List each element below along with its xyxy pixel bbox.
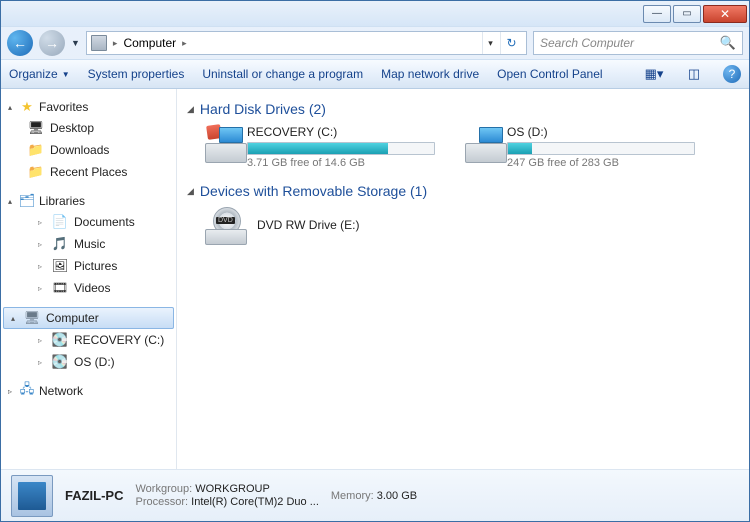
space-bar bbox=[507, 142, 695, 155]
chevron-right-icon[interactable]: ▸ bbox=[182, 38, 187, 49]
preview-pane-button[interactable]: ◫ bbox=[683, 63, 705, 85]
minimize-button[interactable]: — bbox=[643, 5, 671, 23]
sidebar-item-documents[interactable]: ▹📄Documents bbox=[3, 211, 174, 233]
hard-drive-icon bbox=[205, 125, 237, 163]
workgroup-label: Workgroup: bbox=[136, 483, 193, 495]
network-icon: 🖧 bbox=[19, 383, 35, 399]
search-placeholder: Search Computer bbox=[540, 36, 634, 50]
search-icon: 🔍 bbox=[720, 35, 736, 51]
explorer-window: — ▭ ✕ ← → ▼ ▸ Computer ▸ ▾ ↻ Search Comp… bbox=[0, 0, 750, 522]
sidebar-item-desktop[interactable]: 🖥Desktop bbox=[3, 117, 174, 139]
sidebar-item-pictures[interactable]: ▹🖼Pictures bbox=[3, 255, 174, 277]
recent-icon: 📁 bbox=[28, 164, 44, 180]
maximize-button[interactable]: ▭ bbox=[673, 5, 701, 23]
star-icon: ★ bbox=[19, 99, 35, 115]
sidebar-item-downloads[interactable]: 📁Downloads bbox=[3, 139, 174, 161]
drive-name: DVD RW Drive (E:) bbox=[257, 218, 359, 232]
space-bar-fill bbox=[508, 143, 532, 154]
details-pane: FAZIL-PC Workgroup: WORKGROUP Processor:… bbox=[1, 469, 749, 521]
drive-space-text: 247 GB free of 283 GB bbox=[507, 157, 695, 169]
space-bar bbox=[247, 142, 435, 155]
arrow-left-icon: ← bbox=[13, 35, 27, 51]
computer-icon bbox=[91, 35, 107, 51]
view-options-button[interactable]: ▦▾ bbox=[643, 63, 665, 85]
refresh-button[interactable]: ↻ bbox=[500, 32, 522, 54]
collapse-icon: ▴ bbox=[5, 197, 15, 206]
drive-space-text: 3.71 GB free of 14.6 GB bbox=[247, 157, 435, 169]
library-icon: 🗂 bbox=[19, 193, 35, 209]
favorites-group[interactable]: ▴ ★ Favorites bbox=[1, 97, 176, 117]
address-bar[interactable]: ▸ Computer ▸ ▾ ↻ bbox=[86, 31, 527, 55]
drive-name: OS (D:) bbox=[507, 125, 695, 139]
dvd-drive-icon: DVD bbox=[205, 207, 247, 245]
sidebar-item-music[interactable]: ▹🎵Music bbox=[3, 233, 174, 255]
help-button[interactable]: ? bbox=[723, 65, 741, 83]
sidebar-item-recovery-drive[interactable]: ▹💽RECOVERY (C:) bbox=[3, 329, 174, 351]
content-pane: ◢ Hard Disk Drives (2) RECOVERY (C:) 3.7… bbox=[177, 89, 749, 469]
desktop-icon: 🖥 bbox=[28, 120, 44, 136]
drive-icon: 💽 bbox=[52, 354, 68, 370]
address-segment[interactable]: Computer bbox=[123, 36, 176, 50]
computer-icon: 🖥 bbox=[24, 310, 40, 326]
search-input[interactable]: Search Computer 🔍 bbox=[533, 31, 743, 55]
titlebar: — ▭ ✕ bbox=[1, 1, 749, 27]
system-properties-button[interactable]: System properties bbox=[88, 67, 185, 81]
open-control-panel-button[interactable]: Open Control Panel bbox=[497, 67, 602, 81]
drive-icon: 💽 bbox=[52, 332, 68, 348]
drive-name: RECOVERY (C:) bbox=[247, 125, 435, 139]
navigation-pane: ▴ ★ Favorites 🖥Desktop 📁Downloads 📁Recen… bbox=[1, 89, 177, 469]
sidebar-item-videos[interactable]: ▹🎞Videos bbox=[3, 277, 174, 299]
arrow-right-icon: → bbox=[45, 35, 59, 51]
expand-icon: ▹ bbox=[5, 387, 15, 396]
space-bar-fill bbox=[248, 143, 388, 154]
collapse-icon: ▴ bbox=[8, 314, 18, 323]
forward-button[interactable]: → bbox=[39, 30, 65, 56]
map-drive-button[interactable]: Map network drive bbox=[381, 67, 479, 81]
collapse-icon: ◢ bbox=[187, 186, 194, 197]
libraries-group[interactable]: ▴ 🗂 Libraries bbox=[1, 191, 176, 211]
address-dropdown[interactable]: ▾ bbox=[482, 32, 498, 54]
chevron-down-icon: ▼ bbox=[62, 70, 70, 79]
removable-category-header[interactable]: ◢ Devices with Removable Storage (1) bbox=[187, 183, 739, 199]
sidebar-item-recent[interactable]: 📁Recent Places bbox=[3, 161, 174, 183]
computer-name: FAZIL-PC bbox=[65, 488, 124, 503]
organize-menu[interactable]: Organize ▼ bbox=[9, 67, 70, 81]
close-button[interactable]: ✕ bbox=[703, 5, 747, 23]
sidebar-item-os-drive[interactable]: ▹💽OS (D:) bbox=[3, 351, 174, 373]
computer-large-icon bbox=[11, 475, 53, 517]
back-button[interactable]: ← bbox=[7, 30, 33, 56]
processor-label: Processor: bbox=[136, 496, 189, 508]
navigation-bar: ← → ▼ ▸ Computer ▸ ▾ ↻ Search Computer 🔍 bbox=[1, 27, 749, 59]
computer-group[interactable]: ▴ 🖥 Computer bbox=[3, 307, 174, 329]
memory-label: Memory: bbox=[331, 490, 374, 502]
hard-drive-icon bbox=[465, 125, 497, 163]
drive-item-recovery[interactable]: RECOVERY (C:) 3.71 GB free of 14.6 GB bbox=[205, 125, 435, 169]
hdd-category-header[interactable]: ◢ Hard Disk Drives (2) bbox=[187, 101, 739, 117]
workgroup-value: WORKGROUP bbox=[195, 483, 270, 495]
pictures-icon: 🖼 bbox=[52, 258, 68, 274]
processor-value: Intel(R) Core(TM)2 Duo ... bbox=[191, 496, 319, 508]
network-group[interactable]: ▹ 🖧 Network bbox=[1, 381, 176, 401]
memory-value: 3.00 GB bbox=[377, 490, 417, 502]
drive-item-dvd[interactable]: DVD DVD RW Drive (E:) bbox=[205, 207, 435, 245]
drive-item-os[interactable]: OS (D:) 247 GB free of 283 GB bbox=[465, 125, 695, 169]
collapse-icon: ▴ bbox=[5, 103, 15, 112]
collapse-icon: ◢ bbox=[187, 104, 194, 115]
uninstall-program-button[interactable]: Uninstall or change a program bbox=[202, 67, 363, 81]
folder-icon: 📁 bbox=[28, 142, 44, 158]
videos-icon: 🎞 bbox=[52, 280, 68, 296]
history-dropdown[interactable]: ▼ bbox=[71, 38, 80, 48]
command-bar: Organize ▼ System properties Uninstall o… bbox=[1, 59, 749, 89]
documents-icon: 📄 bbox=[52, 214, 68, 230]
music-icon: 🎵 bbox=[52, 236, 68, 252]
chevron-right-icon: ▸ bbox=[113, 38, 118, 49]
